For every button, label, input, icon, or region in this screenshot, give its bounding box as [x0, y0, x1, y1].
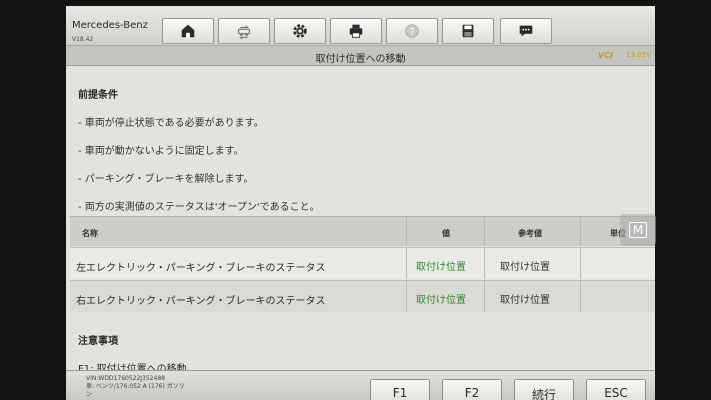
column-divider	[406, 217, 407, 246]
header-name: 名称	[82, 229, 98, 238]
column-divider	[406, 248, 407, 279]
notes-title: 注意事項	[78, 336, 118, 347]
print-button[interactable]	[330, 18, 382, 44]
table-row[interactable]: 右エレクトリック・パーキング・ブレーキのステータス 取付け位置 取付け位置	[70, 280, 655, 312]
help-icon: ?	[405, 24, 419, 38]
chat-icon	[519, 25, 533, 37]
help-button[interactable]: ?	[386, 18, 438, 44]
top-toolbar: Mercedes-Benz V18.42 ?	[66, 6, 655, 46]
side-menu-button[interactable]: M	[620, 214, 656, 246]
page-title: 取付け位置への移動	[315, 54, 406, 65]
column-divider	[580, 217, 581, 246]
printer-icon	[349, 24, 363, 38]
precondition-item: - パーキング・ブレーキを解除します。	[78, 174, 254, 185]
column-divider	[484, 281, 485, 312]
save-icon	[462, 24, 474, 38]
save-button[interactable]	[442, 18, 494, 44]
continue-button[interactable]: 続行	[514, 379, 574, 400]
content-area: 前提条件 - 車両が停止状態である必要があります。 - 車両が動かないように固定…	[66, 66, 655, 375]
column-divider	[406, 281, 407, 312]
column-divider	[580, 281, 581, 312]
bottom-bar: VIN:WDD1760522J352488 車: ベンツ/176.052 A (…	[66, 370, 655, 400]
diagnostic-screen: Mercedes-Benz V18.42 ? 取付け位置への移動 VCI 13.…	[66, 6, 655, 400]
precondition-item: - 車両が停止状態である必要があります。	[78, 118, 264, 129]
row-reference: 取付け位置	[500, 295, 550, 306]
table-header: 名称 値 参考値 単位	[70, 216, 655, 246]
row-name: 左エレクトリック・パーキング・ブレーキのステータス	[76, 263, 326, 274]
row-value: 取付け位置	[416, 262, 466, 273]
vci-status: VCI	[597, 51, 613, 60]
row-name: 右エレクトリック・パーキング・ブレーキのステータス	[76, 296, 326, 307]
vehicle-swap-icon	[237, 25, 251, 40]
chat-button[interactable]	[500, 18, 552, 44]
settings-button[interactable]	[274, 18, 326, 44]
preconditions-title: 前提条件	[78, 90, 118, 101]
row-value: 取付け位置	[416, 295, 466, 306]
table-row[interactable]: 左エレクトリック・パーキング・ブレーキのステータス 取付け位置 取付け位置	[70, 247, 655, 279]
f1-button[interactable]: F1	[370, 379, 430, 400]
precondition-item: - 両方の実測値のステータスは'オープン'であること。	[78, 202, 320, 213]
header-reference: 参考値	[518, 229, 542, 238]
f2-button[interactable]: F2	[442, 379, 502, 400]
model-label: 車: ベンツ/176.052 A (176) ガソリ	[86, 383, 185, 390]
vehicle-swap-button[interactable]	[218, 18, 270, 44]
vin-label: VIN:WDD1760522J352488	[86, 375, 165, 382]
column-divider	[580, 248, 581, 279]
svg-text:?: ?	[410, 28, 415, 38]
precondition-item: - 車両が動かないように固定します。	[78, 146, 244, 157]
battery-voltage: 13.05V	[626, 51, 651, 59]
header-value: 値	[442, 229, 450, 238]
vehicle-info: VIN:WDD1760522J352488 車: ベンツ/176.052 A (…	[86, 375, 185, 399]
gear-icon	[293, 24, 307, 38]
column-divider	[484, 248, 485, 279]
brand-label: Mercedes-Benz	[72, 20, 148, 31]
column-divider	[484, 217, 485, 246]
model-label-continued: ン	[86, 391, 93, 398]
home-button[interactable]	[162, 18, 214, 44]
version-label: V18.42	[72, 36, 94, 43]
home-icon	[181, 24, 195, 38]
row-reference: 取付け位置	[500, 262, 550, 273]
esc-button[interactable]: ESC	[586, 379, 646, 400]
side-menu-label: M	[628, 222, 648, 238]
title-bar: 取付け位置への移動 VCI 13.05V	[66, 46, 655, 66]
